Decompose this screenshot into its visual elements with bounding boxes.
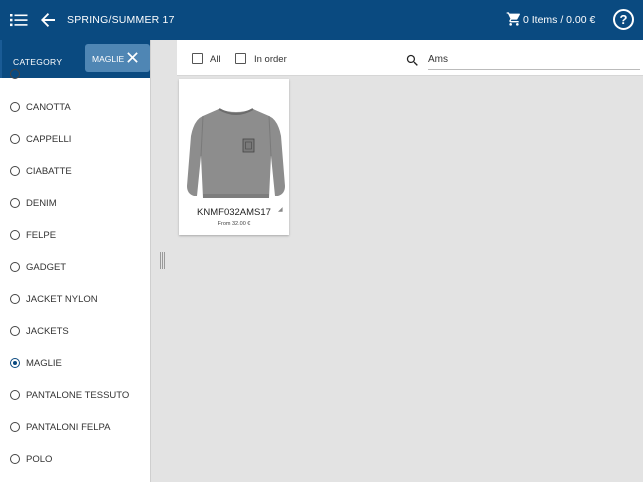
- radio-button[interactable]: [10, 454, 20, 464]
- category-label: PANTALONE TESSUTO: [26, 390, 130, 401]
- search-icon: [406, 54, 418, 66]
- category-label: MAGLIE: [26, 358, 62, 369]
- product-card[interactable]: KNMF032AMS17 From 32.00 € ◢: [179, 79, 289, 235]
- category-label: JACKET NYLON: [26, 294, 98, 305]
- search-input[interactable]: [428, 50, 640, 70]
- radio-button[interactable]: [10, 134, 20, 144]
- category-item[interactable]: PANTALONI FELPA: [0, 416, 150, 440]
- category-item[interactable]: PANTALONE TESSUTO: [0, 384, 150, 408]
- category-label: GADGET: [26, 262, 67, 273]
- product-price: From 32.00 €: [217, 221, 251, 227]
- filter-bar: All In order: [177, 40, 643, 76]
- category-item[interactable]: DENIM: [0, 192, 150, 216]
- corner-mark: ◢: [278, 207, 283, 213]
- all-checkbox-label: All: [210, 54, 221, 65]
- category-item[interactable]: CAPPELLI: [0, 128, 150, 152]
- product-code: KNMF032AMS17: [197, 207, 271, 218]
- top-bar: SPRING/SUMMER 17 0 Items / 0.00 € ?: [0, 0, 643, 40]
- category-label: PANTALONI FELPA: [26, 422, 111, 433]
- radio-button-checked[interactable]: [10, 358, 20, 368]
- radio-button[interactable]: [10, 102, 20, 112]
- all-checkbox[interactable]: [192, 53, 203, 64]
- category-item[interactable]: POLO: [0, 448, 150, 472]
- product-image: [187, 108, 285, 198]
- page-title: SPRING/SUMMER 17: [67, 14, 175, 26]
- category-sidebar: CATEGORY MAGLIE CANOTTA CAPPELLI CIABATT…: [0, 40, 151, 482]
- category-item[interactable]: CANOTTA: [0, 96, 150, 120]
- category-label: CANOTTA: [26, 102, 71, 113]
- radio-button[interactable]: [10, 294, 20, 304]
- radio-button[interactable]: [10, 390, 20, 400]
- category-label: FELPE: [26, 230, 57, 241]
- category-label: CAPPELLI: [26, 134, 72, 145]
- in-order-checkbox-label: In order: [254, 54, 287, 65]
- arrow-left-icon[interactable]: [38, 10, 58, 30]
- radio-button[interactable]: [10, 69, 20, 79]
- pane-resize-handle[interactable]: [160, 252, 165, 269]
- category-item-selected[interactable]: MAGLIE: [0, 352, 150, 376]
- category-item-partial[interactable]: [0, 63, 150, 87]
- help-circle-icon[interactable]: ?: [613, 9, 634, 30]
- radio-button[interactable]: [10, 422, 20, 432]
- radio-button[interactable]: [10, 326, 20, 336]
- category-label: CIABATTE: [26, 166, 72, 177]
- category-item[interactable]: FELPE: [0, 224, 150, 248]
- radio-button[interactable]: [10, 230, 20, 240]
- radio-button[interactable]: [10, 262, 20, 272]
- category-item[interactable]: GADGET: [0, 256, 150, 280]
- shopping-cart-icon[interactable]: [506, 11, 522, 27]
- category-item[interactable]: CIABATTE: [0, 160, 150, 184]
- category-label: DENIM: [26, 198, 57, 209]
- category-label: POLO: [26, 454, 53, 465]
- in-order-checkbox[interactable]: [235, 53, 246, 64]
- list-icon[interactable]: [10, 12, 28, 28]
- cart-summary[interactable]: 0 Items / 0.00 €: [523, 14, 595, 26]
- category-item[interactable]: JACKET NYLON: [0, 288, 150, 312]
- category-item[interactable]: JACKETS: [0, 320, 150, 344]
- radio-button[interactable]: [10, 198, 20, 208]
- radio-button[interactable]: [10, 166, 20, 176]
- category-label: JACKETS: [26, 326, 69, 337]
